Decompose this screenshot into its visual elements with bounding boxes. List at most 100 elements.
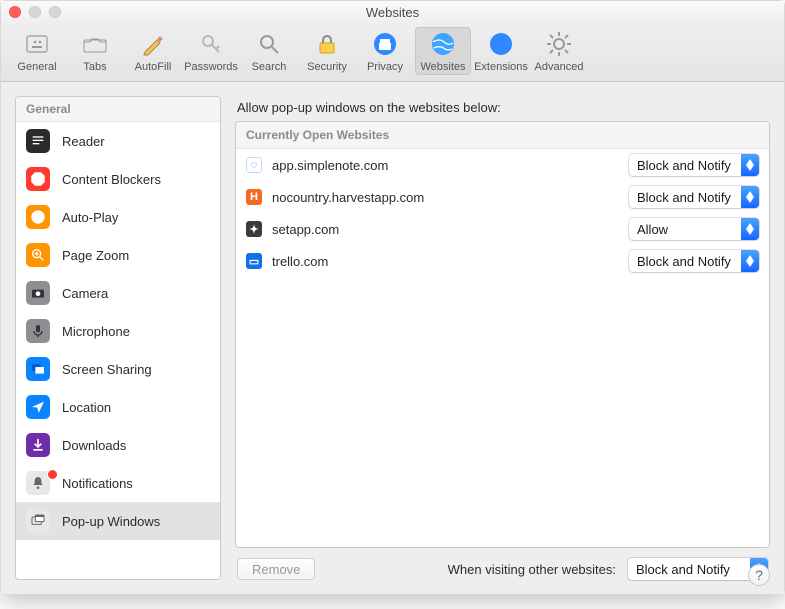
sidebar-item-label: Auto-Play [62,210,118,225]
site-domain: setapp.com [272,222,629,237]
download-icon [26,433,50,457]
zoom-icon [26,243,50,267]
tab-security[interactable]: Security [299,27,355,75]
blocker-icon [26,167,50,191]
sidebar-item-label: Downloads [62,438,126,453]
autofill-icon [138,29,168,59]
zoom-window-button[interactable] [49,6,61,18]
sidebar-section-head: General [16,97,220,122]
sidebar-item-label: Location [62,400,111,415]
section-currently-open: Currently Open Websites [236,122,769,149]
general-icon [22,29,52,59]
remove-button[interactable]: Remove [237,558,315,580]
website-row[interactable]: Hnocountry.harvestapp.comBlock and Notif… [236,181,769,213]
sidebar-item-content-blockers[interactable]: Content Blockers [16,160,220,198]
gear-icon [544,29,574,59]
site-domain: app.simplenote.com [272,158,629,173]
preferences-window: Websites General Tabs AutoFill Password [0,0,785,595]
tab-passwords[interactable]: Passwords [183,27,239,75]
other-websites-dropdown[interactable]: Block and Notify [628,558,768,580]
sidebar-item-label: Camera [62,286,108,301]
site-favicon: ✦ [246,221,262,237]
site-favicon: ▭ [246,253,262,269]
key-icon [196,29,226,59]
reader-icon [26,129,50,153]
sidebar-item-screen-sharing[interactable]: Screen Sharing [16,350,220,388]
lock-icon [312,29,342,59]
chevron-updown-icon [741,186,759,208]
sidebar-item-label: Microphone [62,324,130,339]
website-row[interactable]: ▭ trello.comBlock and Notify [236,245,769,277]
camera-icon [26,281,50,305]
website-rows: ◌app.simplenote.comBlock and NotifyHnoco… [236,149,769,547]
sidebar-item-label: Content Blockers [62,172,161,187]
notification-badge [48,470,57,479]
sidebar-item-label: Pop-up Windows [62,514,160,529]
tab-extensions[interactable]: Extensions [473,27,529,75]
sidebar-item-location[interactable]: Location [16,388,220,426]
window-controls [9,6,61,18]
footer-bar: Remove When visiting other websites: Blo… [235,548,770,580]
website-row[interactable]: ◌ app.simplenote.comBlock and Notify [236,149,769,181]
sidebar-item-page-zoom[interactable]: Page Zoom [16,236,220,274]
sidebar-item-reader[interactable]: Reader [16,122,220,160]
screens-icon [26,357,50,381]
bell-icon [26,471,50,495]
site-setting-value: Allow [629,218,741,240]
content-area: General Reader Content Blockers Auto-Play P… [1,82,784,594]
sidebar-item-downloads[interactable]: Downloads [16,426,220,464]
preferences-toolbar: General Tabs AutoFill Passwords Search [1,23,784,82]
sidebar-item-label: Notifications [62,476,133,491]
sidebar: General Reader Content Blockers Auto-Play P… [15,96,221,580]
site-favicon: H [246,189,262,205]
search-icon [254,29,284,59]
chevron-updown-icon [741,250,759,272]
site-setting-value: Block and Notify [629,186,741,208]
chevron-updown-icon [741,218,759,240]
site-setting-dropdown[interactable]: Block and Notify [629,154,759,176]
site-domain: trello.com [272,254,629,269]
websites-table: Currently Open Websites ◌ app.simplenote.… [235,121,770,548]
close-window-button[interactable] [9,6,21,18]
tab-privacy[interactable]: Privacy [357,27,413,75]
sidebar-item-label: Page Zoom [62,248,129,263]
website-row[interactable]: ✦ setapp.comAllow [236,213,769,245]
play-icon [26,205,50,229]
tab-tabs[interactable]: Tabs [67,27,123,75]
sidebar-item-microphone[interactable]: Microphone [16,312,220,350]
sidebar-item-popups[interactable]: Pop-up Windows [16,502,220,540]
site-setting-dropdown[interactable]: Block and Notify [629,250,759,272]
sidebar-item-camera[interactable]: Camera [16,274,220,312]
popup-icon [26,509,50,533]
window-title: Websites [366,5,419,20]
pane-heading: Allow pop-up windows on the websites bel… [237,100,770,115]
chevron-updown-icon [741,154,759,176]
sidebar-item-notifications[interactable]: Notifications [16,464,220,502]
tab-advanced[interactable]: Advanced [531,27,587,75]
compass-icon [486,29,516,59]
privacy-icon [370,29,400,59]
tabs-icon [80,29,110,59]
main-pane: Allow pop-up windows on the websites bel… [235,96,770,580]
help-button[interactable]: ? [748,564,770,586]
tab-autofill[interactable]: AutoFill [125,27,181,75]
site-favicon: ◌ [246,157,262,173]
site-setting-value: Block and Notify [629,250,741,272]
tab-search[interactable]: Search [241,27,297,75]
site-setting-dropdown[interactable]: Block and Notify [629,186,759,208]
site-setting-dropdown[interactable]: Allow [629,218,759,240]
globe-icon [428,29,458,59]
tab-general[interactable]: General [9,27,65,75]
sidebar-item-label: Reader [62,134,105,149]
sidebar-item-auto-play[interactable]: Auto-Play [16,198,220,236]
location-icon [26,395,50,419]
other-websites-value: Block and Notify [628,558,750,580]
minimize-window-button[interactable] [29,6,41,18]
tab-websites[interactable]: Websites [415,27,471,75]
site-domain: nocountry.harvestapp.com [272,190,629,205]
sidebar-item-label: Screen Sharing [62,362,152,377]
other-websites-label: When visiting other websites: [448,562,616,577]
titlebar: Websites [1,1,784,23]
mic-icon [26,319,50,343]
sidebar-list: Reader Content Blockers Auto-Play Page Zoom… [16,122,220,579]
